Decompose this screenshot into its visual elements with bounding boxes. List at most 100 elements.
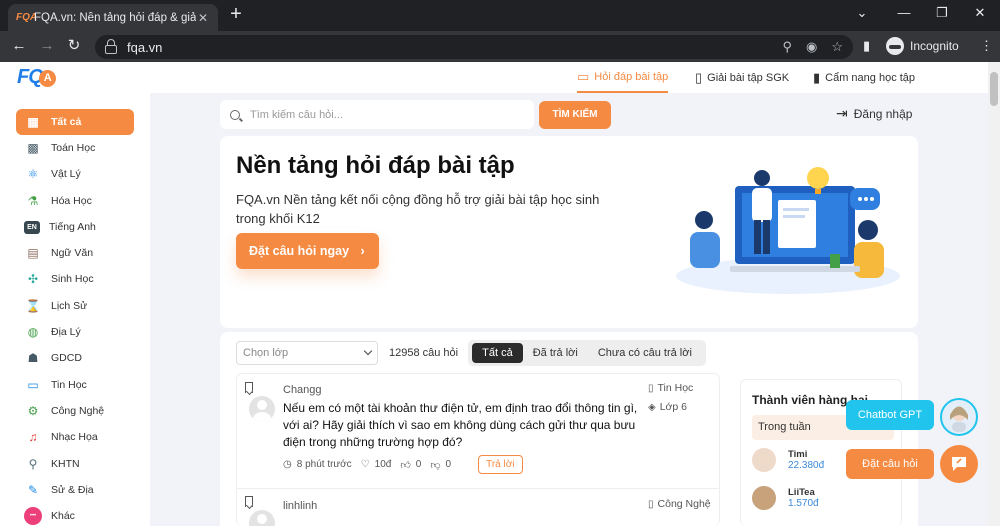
question-grade: Lớp 6 <box>659 401 688 413</box>
thumbs-down-icon[interactable]: 👎︎ <box>430 459 440 471</box>
eye-slash-icon[interactable]: ◉ <box>806 39 817 55</box>
incognito-label: Incognito <box>910 39 959 53</box>
grade-select[interactable]: Chọn lớp <box>236 341 378 365</box>
menu-kebab-icon[interactable]: ⋮ <box>980 38 993 54</box>
new-tab-button[interactable]: + <box>226 4 246 25</box>
sidebar-item-toan-hoc[interactable]: ▩ Toán Học <box>16 135 134 161</box>
question-author[interactable]: Changg <box>283 384 322 396</box>
incognito-profile[interactable]: Incognito <box>886 37 959 55</box>
chatbot-avatar-icon[interactable] <box>940 398 978 436</box>
nav-hoi-dap-bai-tap[interactable]: ▭ Hỏi đáp bài tập <box>577 62 669 93</box>
question-meta: ▯ Công Nghệ <box>648 495 711 514</box>
sidebar-item-sinh-hoc[interactable]: ✣ Sinh Học <box>16 266 134 292</box>
member-name: LiiTea <box>788 487 815 498</box>
browser-toolbar: ← → ↻ fqa.vn ⚲ ◉ ☆ ▮ Incognito ⋮ <box>0 31 1000 62</box>
layers-icon: ◈ <box>648 402 656 413</box>
search-button[interactable]: TÌM KIẾM <box>539 101 611 129</box>
gear-icon: ⚙ <box>27 404 39 418</box>
answer-filter-tabs: Tất cả Đã trả lời Chưa có câu trả lời <box>468 340 706 366</box>
chevron-down-icon <box>363 346 373 356</box>
browser-tab-active[interactable]: FQA FQA.vn: Nền tảng hỏi đáp & giải bà ✕ <box>8 4 218 31</box>
sidebar-item-su-dia[interactable]: ✎ Sử & Địa <box>16 477 134 503</box>
back-arrow-icon[interactable]: ← <box>10 37 28 55</box>
scrollbar-thumb[interactable] <box>990 72 998 106</box>
sidebar-item-cong-nghe[interactable]: ⚙ Công Nghệ <box>16 398 134 424</box>
sidebar-item-khac[interactable]: ••• Khác <box>16 503 134 526</box>
member-name: Timi <box>788 449 808 460</box>
sidebar-item-tat-ca[interactable]: ▦ Tất cả <box>16 109 134 135</box>
sidebar-item-nhac-hoa[interactable]: ♫ Nhạc Họa <box>16 424 134 450</box>
sidebar-item-khtn[interactable]: ⚲ KHTN <box>16 451 134 477</box>
question-author[interactable]: linhlinh <box>283 500 317 512</box>
globe-icon: ◍ <box>27 325 39 339</box>
ask-question-cta-button[interactable]: Đặt câu hỏi ngay › <box>236 233 379 269</box>
question-subject: Công Nghệ <box>657 498 711 510</box>
star-icon[interactable]: ☆ <box>831 39 843 55</box>
sidebar-item-label: Công Nghệ <box>51 405 105 417</box>
sidebar-item-hoa-hoc[interactable]: ⚗ Hóa Học <box>16 188 134 214</box>
sidebar-item-tieng-anh[interactable]: EN Tiếng Anh <box>16 214 134 240</box>
avatar <box>249 510 275 526</box>
nav-giai-bai-tap-sgk[interactable]: ▯ Giải bài tập SGK <box>695 62 789 93</box>
ask-question-floating-button[interactable]: Đặt câu hỏi <box>846 449 934 479</box>
bookmark-icon[interactable] <box>245 382 253 393</box>
sidebar-item-ngu-van[interactable]: ▤ Ngữ Văn <box>16 240 134 266</box>
tab-search-chevron-icon[interactable]: ⌄ <box>852 5 872 21</box>
question-card[interactable]: Changg ▯ Tin Học ◈ Lớp 6 Nếu em có một tài… <box>237 374 719 489</box>
fqa-logo[interactable]: FQA <box>17 66 56 89</box>
reload-icon[interactable]: ↻ <box>65 37 83 55</box>
tab-da-tra-loi[interactable]: Đã trả lời <box>523 343 588 363</box>
site-header: FQA ▭ Hỏi đáp bài tập ▯ Giải bài tập SGK… <box>0 62 988 93</box>
ranking-member[interactable]: Timi 22.380đ <box>752 448 824 472</box>
chatbot-gpt-button[interactable]: Chatbot GPT <box>846 400 934 430</box>
sidebar-item-dia-ly[interactable]: ◍ Địa Lý <box>16 319 134 345</box>
search-icon <box>230 109 240 120</box>
zoom-icon[interactable]: ⚲ <box>782 39 792 55</box>
address-bar[interactable]: fqa.vn ⚲ ◉ ☆ <box>95 35 853 59</box>
question-count: 12958 câu hỏi <box>389 347 459 359</box>
nav-cam-nang-hoc-tap[interactable]: ▮ Cẩm nang học tập <box>813 62 915 93</box>
tab-tat-ca[interactable]: Tất cả <box>472 343 523 363</box>
page-scrollbar[interactable] <box>988 62 1000 526</box>
sidebar-item-label: Sử & Địa <box>51 484 94 496</box>
sidebar-item-lich-su[interactable]: ⌛ Lịch Sử <box>16 293 134 319</box>
reply-button[interactable]: Trả lời <box>478 455 523 474</box>
close-window-icon[interactable]: ✕ <box>970 5 990 21</box>
search-input[interactable]: Tìm kiếm câu hỏi... <box>220 100 534 129</box>
sidebar-item-label: Sinh Học <box>51 273 94 285</box>
ask-question-icon[interactable] <box>940 445 978 483</box>
sidebar-item-gdcd[interactable]: ☗ GDCD <box>16 345 134 371</box>
ranking-member[interactable]: LiiTea 1.570đ <box>752 486 819 510</box>
subject-sidebar: ▦ Tất cả ▩ Toán Học ⚛ Vật Lý ⚗ Hóa Học E… <box>0 93 150 526</box>
page: FQA ▭ Hỏi đáp bài tập ▯ Giải bài tập SGK… <box>0 62 988 526</box>
computer-icon: ▭ <box>27 378 39 392</box>
sidebar-item-label: Tiếng Anh <box>49 221 96 233</box>
question-stats: ◷ 8 phút trước ♡ 10đ 👍︎ 0 👎︎ 0 Trả lời <box>283 455 523 474</box>
bookmark-icon[interactable] <box>245 496 253 507</box>
side-panel-icon[interactable]: ▮ <box>863 38 870 54</box>
sidebar-item-label: Tất cả <box>51 116 82 128</box>
sidebar-item-label: Toán Học <box>51 142 96 154</box>
cta-label: Đặt câu hỏi ngay <box>249 244 350 258</box>
sidebar-item-tin-hoc[interactable]: ▭ Tin Học <box>16 372 134 398</box>
thumbs-up-icon[interactable]: 👍︎ <box>400 459 410 471</box>
question-text[interactable]: Nếu em có một tài khoản thư điện tử, em … <box>283 400 643 451</box>
hero-title: Nền tảng hỏi đáp bài tập <box>236 152 515 179</box>
minimize-icon[interactable]: — <box>894 5 914 20</box>
nav-label: Cẩm nang học tập <box>825 71 916 84</box>
sidebar-item-vat-ly[interactable]: ⚛ Vật Lý <box>16 161 134 187</box>
tab-chua-co-cau-tra-loi[interactable]: Chưa có câu trả lời <box>588 343 702 363</box>
login-button[interactable]: ⇥ Đăng nhập <box>836 105 912 122</box>
restore-icon[interactable]: ❐ <box>932 5 952 21</box>
flask-icon: ⚗ <box>27 194 39 208</box>
map-icon: ✎ <box>27 483 39 497</box>
tab-close-icon[interactable]: ✕ <box>196 11 210 25</box>
hero-banner: Nền tảng hỏi đáp bài tập FQA.vn Nền tảng… <box>220 136 918 328</box>
question-card[interactable]: linhlinh ▯ Công Nghệ <box>237 490 719 526</box>
sidebar-item-label: Khác <box>51 510 75 522</box>
fqa-favicon-icon: FQA <box>16 12 38 23</box>
grid-icon: ▦ <box>27 115 39 129</box>
dislike-count: 0 <box>445 459 452 470</box>
forward-arrow-icon[interactable]: → <box>38 37 56 55</box>
question-points: 10đ <box>374 459 392 470</box>
